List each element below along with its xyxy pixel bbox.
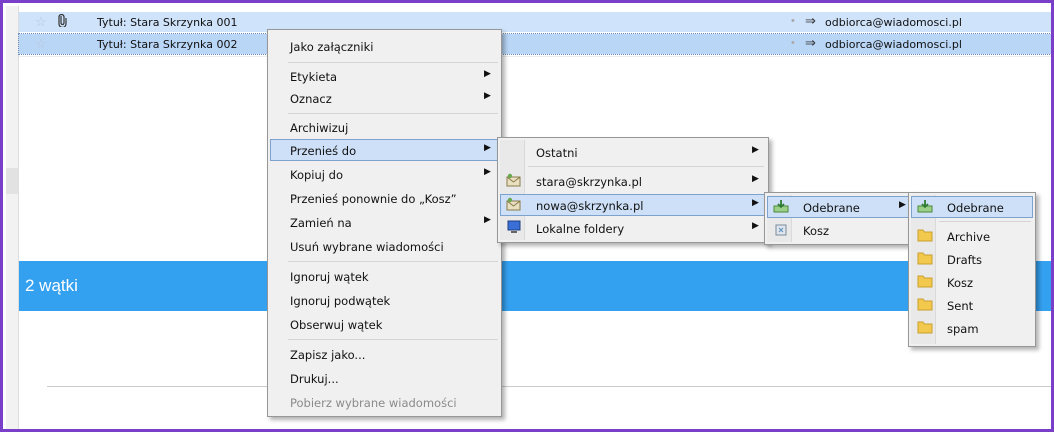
menu-item-ignore-thread[interactable]: Ignoruj wątek [270, 265, 499, 287]
menu-item-folder-sent[interactable]: Sent [911, 294, 1033, 316]
menu-item-label[interactable]: Etykieta ▶ [270, 65, 499, 87]
menu-item-mark[interactable]: Oznacz ▶ [270, 87, 499, 109]
menu-item-trash[interactable]: Kosz [767, 219, 911, 241]
message-row[interactable]: ☆ Tytuł: Stara Skrzynka 001 • ⇒ odbiorca… [19, 12, 1051, 32]
chevron-right-icon: ▶ [752, 174, 759, 184]
menu-item-folder-drafts[interactable]: Drafts [911, 248, 1033, 270]
status-dot-icon[interactable]: • [791, 37, 795, 49]
menu-item-folder-kosz[interactable]: Kosz [911, 271, 1033, 293]
menu-separator [939, 221, 1031, 222]
outgoing-arrow-icon: ⇒ [805, 13, 816, 28]
inbox-submenu: Odebrane Archive Drafts Kosz Sent spam [908, 192, 1036, 347]
menu-separator [288, 62, 498, 63]
menu-item-account-stara[interactable]: stara@skrzynka.pl ▶ [500, 170, 766, 192]
chevron-right-icon: ▶ [484, 215, 491, 225]
menu-item-move-again[interactable]: Przenieś ponownie do „Kosz” [270, 187, 499, 209]
menu-item-folder-spam[interactable]: spam [911, 317, 1033, 339]
thread-count-label: 2 wątki [25, 276, 78, 295]
message-subject: Tytuł: Stara Skrzynka 002 [97, 38, 238, 51]
account-submenu: Odebrane ▶ Kosz [764, 192, 914, 245]
menu-item-convert-to[interactable]: Zamień na ▶ [270, 211, 499, 233]
chevron-right-icon: ▶ [752, 145, 759, 155]
attachment-icon [58, 13, 67, 30]
divider [47, 386, 1051, 387]
chevron-right-icon: ▶ [484, 167, 491, 177]
menu-item-inbox[interactable]: Odebrane ▶ [767, 196, 911, 218]
pane-handle[interactable] [6, 168, 18, 194]
thread-count-bar: 2 wątki [19, 261, 1051, 311]
chevron-right-icon: ▶ [752, 198, 759, 208]
message-recipient: odbiorca@wiadomosci.pl [825, 16, 962, 29]
status-dot-icon[interactable]: • [791, 15, 795, 27]
chevron-right-icon: ▶ [899, 200, 906, 210]
menu-separator [288, 113, 498, 114]
chevron-right-icon: ▶ [484, 143, 491, 153]
mail-account-icon [506, 197, 522, 211]
message-subject: Tytuł: Stara Skrzynka 001 [97, 16, 238, 29]
menu-item-as-attachments[interactable]: Jako załączniki [270, 35, 499, 57]
menu-separator [288, 339, 498, 340]
menu-item-folder-archive[interactable]: Archive [911, 225, 1033, 247]
menu-item-recent[interactable]: Ostatni ▶ [500, 141, 766, 163]
menu-item-ignore-subthread[interactable]: Ignoruj podwątek [270, 289, 499, 311]
folder-icon [917, 251, 933, 265]
menu-item-local-folders[interactable]: Lokalne foldery ▶ [500, 217, 766, 239]
trash-icon [773, 222, 789, 236]
message-recipient: odbiorca@wiadomosci.pl [825, 38, 962, 51]
left-pane-strip [6, 6, 19, 429]
inbox-icon [773, 199, 789, 213]
folder-icon [917, 297, 933, 311]
message-row[interactable]: ☆ Tytuł: Stara Skrzynka 002 • ⇒ odbiorca… [18, 33, 1051, 55]
chevron-right-icon: ▶ [752, 221, 759, 231]
menu-item-download-selected: Pobierz wybrane wiadomości [290, 396, 457, 410]
context-menu: Jako załączniki Etykieta ▶ Oznacz ▶ Archiw… [267, 29, 502, 417]
star-icon[interactable]: ☆ [35, 14, 47, 30]
menu-item-print[interactable]: Drukuj... [270, 367, 499, 389]
menu-item-account-nowa[interactable]: nowa@skrzynka.pl ▶ [500, 194, 766, 216]
computer-icon [506, 220, 522, 234]
folder-icon [917, 228, 933, 242]
chevron-right-icon: ▶ [484, 91, 491, 101]
move-to-submenu: Ostatni ▶ stara@skrzynka.pl ▶ nowa@skrzynk… [497, 137, 769, 243]
menu-item-save-as[interactable]: Zapisz jako... [270, 343, 499, 365]
star-icon[interactable]: ☆ [35, 36, 47, 52]
folder-icon [917, 320, 933, 334]
folder-icon [917, 274, 933, 288]
menu-item-inbox-folder[interactable]: Odebrane [911, 196, 1033, 218]
inbox-icon [917, 199, 933, 213]
mail-account-icon [506, 173, 522, 187]
menu-item-archive[interactable]: Archiwizuj [270, 116, 499, 138]
menu-item-move-to[interactable]: Przenieś do ▶ [270, 139, 499, 161]
outgoing-arrow-icon: ⇒ [805, 35, 816, 50]
menu-separator [288, 261, 498, 262]
menu-item-copy-to[interactable]: Kopiuj do ▶ [270, 163, 499, 185]
divider [19, 56, 1051, 57]
menu-item-watch-thread[interactable]: Obserwuj wątek [270, 313, 499, 335]
menu-item-delete-selected[interactable]: Usuń wybrane wiadomości [270, 235, 499, 257]
chevron-right-icon: ▶ [484, 69, 491, 79]
menu-separator [528, 166, 764, 167]
